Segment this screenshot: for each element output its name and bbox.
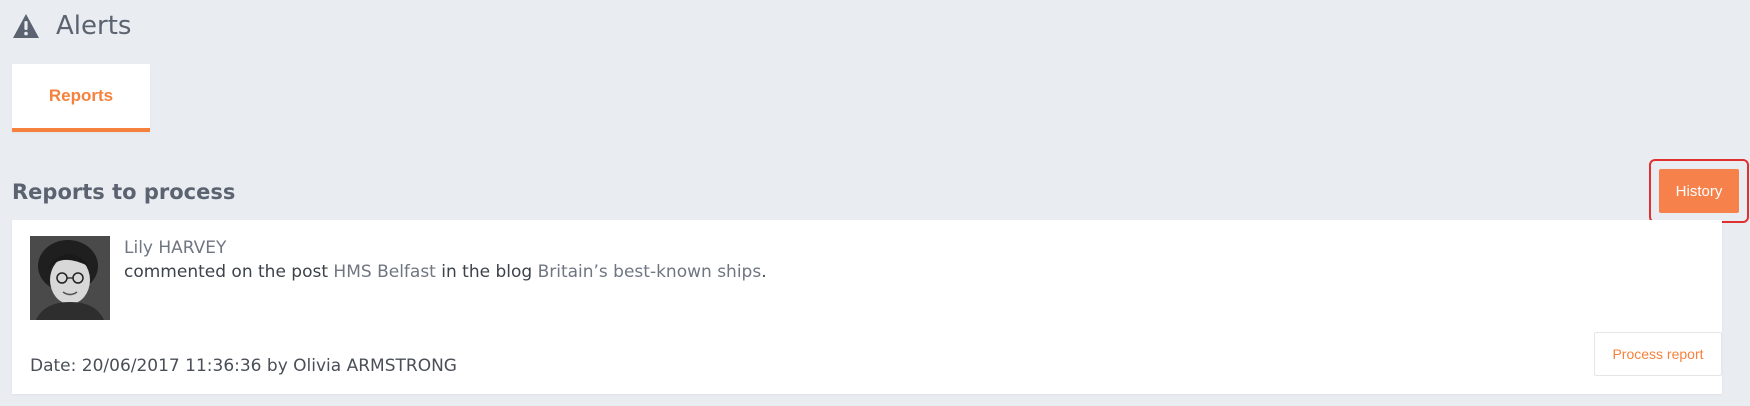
- page: Alerts Reports Reports to process Histor…: [0, 0, 1750, 406]
- desc-text-3: .: [761, 262, 767, 282]
- report-card: Lily HARVEY commented on the post HMS Be…: [12, 220, 1722, 394]
- process-report-button[interactable]: Process report: [1594, 332, 1722, 376]
- page-title: Alerts: [56, 11, 132, 41]
- post-link[interactable]: HMS Belfast: [333, 262, 435, 282]
- report-author[interactable]: Lily HARVEY: [124, 238, 226, 258]
- warning-icon: [13, 14, 39, 38]
- history-button[interactable]: History: [1659, 169, 1739, 213]
- tab-reports[interactable]: Reports: [12, 64, 150, 132]
- desc-text-1: commented on the post: [124, 262, 334, 282]
- blog-link[interactable]: Britain’s best-known ships: [538, 262, 762, 282]
- report-description: commented on the post HMS Belfast in the…: [124, 262, 767, 282]
- desc-text-2: in the blog: [435, 262, 538, 282]
- section-title: Reports to process: [12, 180, 236, 204]
- avatar-image: [30, 236, 110, 320]
- report-meta: Date: 20/06/2017 11:36:36 by Olivia ARMS…: [30, 356, 457, 376]
- tab-bar: Reports: [12, 64, 150, 132]
- page-header: Alerts: [12, 8, 131, 44]
- avatar: [30, 236, 110, 320]
